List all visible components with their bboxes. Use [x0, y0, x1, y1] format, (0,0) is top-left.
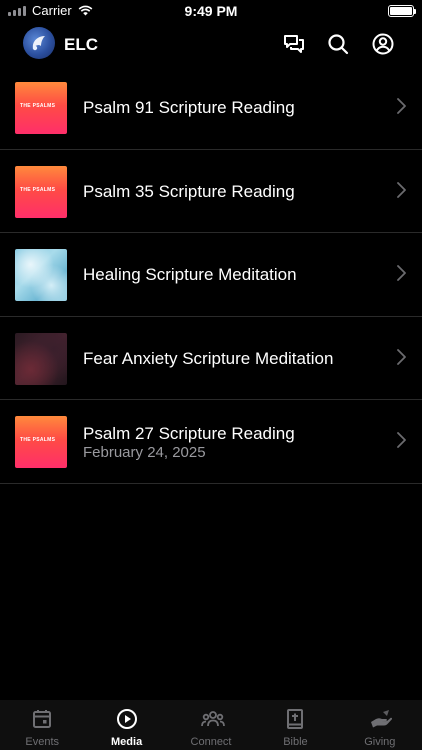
chevron-right-icon	[397, 98, 406, 114]
app-header: ELC	[0, 24, 422, 64]
item-date: February 24, 2025	[83, 444, 206, 461]
tab-connect[interactable]: Connect	[169, 700, 253, 750]
thumbnail-text: THE PSALMS	[20, 437, 56, 443]
item-title: Healing Scripture Meditation	[83, 265, 297, 284]
status-time: 9:49 PM	[184, 3, 238, 19]
media-list: THE PSALMS Psalm 91 Scripture Reading TH…	[0, 66, 422, 484]
tab-bar: Events Media Connect Bible Giving	[0, 700, 422, 750]
thumbnail-text: THE PSALMS	[20, 186, 56, 193]
media-thumbnail: THE PSALMS	[15, 416, 67, 468]
tab-bible[interactable]: Bible	[253, 700, 337, 750]
item-title: Psalm 91 Scripture Reading	[83, 98, 295, 117]
chevron-right-icon	[397, 265, 406, 281]
tab-label: Connect	[190, 736, 232, 748]
list-item[interactable]: THE PSALMS Psalm 35 Scripture Reading	[0, 150, 422, 233]
play-circle-icon	[116, 708, 138, 730]
tab-label: Events	[25, 736, 60, 748]
bible-icon	[284, 708, 306, 730]
status-bar: Carrier 9:49 PM	[0, 0, 422, 24]
item-title: Fear Anxiety Scripture Meditation	[83, 348, 334, 368]
chevron-right-icon	[397, 181, 406, 198]
people-icon	[200, 708, 225, 730]
item-title: Psalm 35 Scripture Reading	[83, 181, 295, 201]
list-item[interactable]: THE PSALMS Psalm 91 Scripture Reading	[0, 66, 422, 150]
tab-events[interactable]: Events	[0, 700, 84, 750]
media-thumbnail: THE PSALMS	[15, 82, 67, 134]
list-item[interactable]: THE PSALMS Psalm 27 Scripture Reading Fe…	[0, 400, 422, 484]
media-thumbnail: THE PSALMS	[15, 165, 67, 218]
item-title: Psalm 27 Scripture Reading	[83, 424, 295, 443]
chat-bubbles-icon[interactable]	[282, 32, 306, 56]
calendar-icon	[31, 708, 53, 730]
app-logo[interactable]	[23, 27, 55, 59]
tab-giving[interactable]: Giving	[338, 700, 422, 750]
giving-hand-icon	[369, 708, 392, 730]
battery-icon	[388, 5, 416, 17]
tab-label: Media	[111, 736, 143, 748]
list-item[interactable]: Healing Scripture Meditation	[0, 233, 422, 317]
media-thumbnail	[15, 332, 67, 385]
chevron-right-icon	[397, 348, 406, 365]
tab-media[interactable]: Media	[84, 700, 168, 750]
tab-label: Bible	[283, 736, 308, 748]
profile-icon[interactable]	[371, 32, 395, 56]
search-icon[interactable]	[326, 32, 350, 56]
list-item[interactable]: Fear Anxiety Scripture Meditation	[0, 317, 422, 400]
media-thumbnail	[15, 249, 67, 301]
app-title: ELC	[64, 35, 98, 54]
thumbnail-text: THE PSALMS	[20, 103, 56, 109]
chevron-right-icon	[397, 432, 406, 448]
tab-label: Giving	[364, 736, 396, 748]
